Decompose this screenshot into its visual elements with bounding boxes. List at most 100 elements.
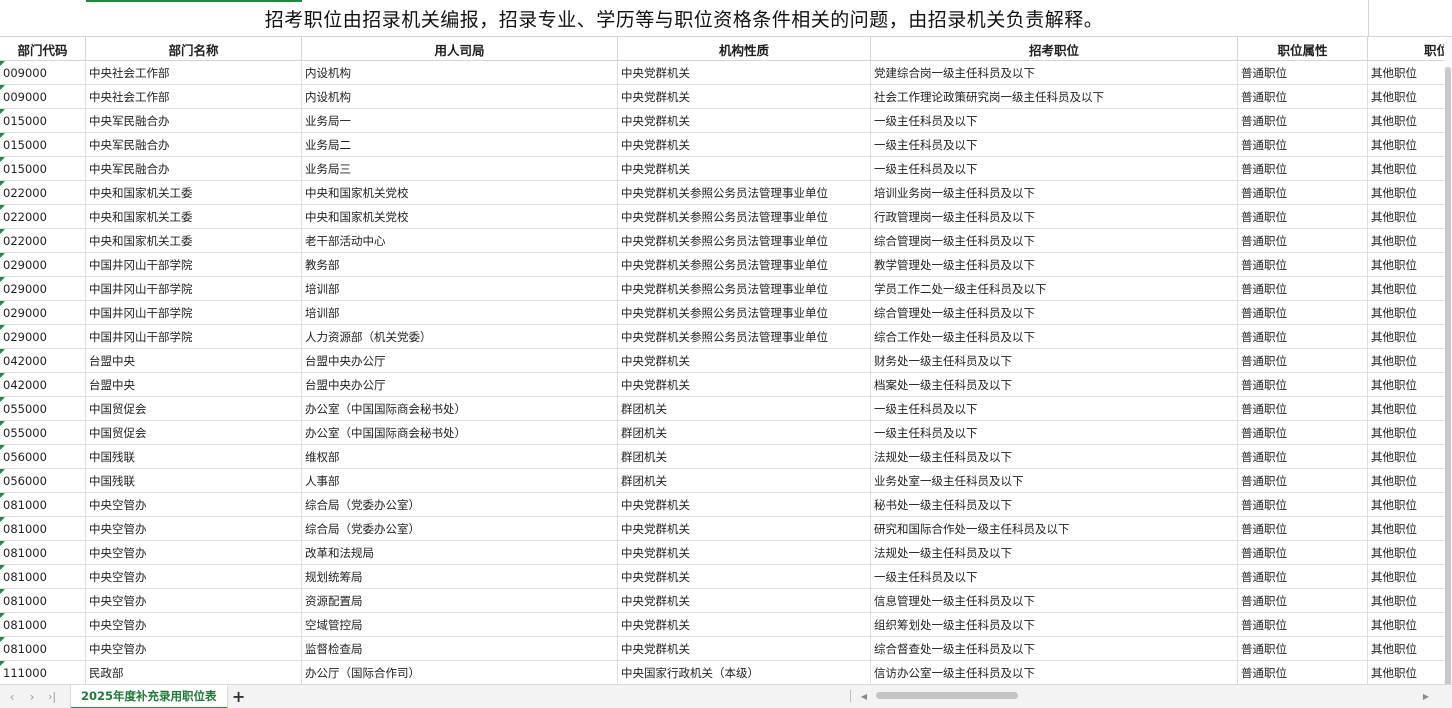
- bureau-cell[interactable]: 台盟中央办公厅: [302, 373, 618, 397]
- position-category-cell[interactable]: 其他职位: [1368, 61, 1452, 85]
- bureau-cell[interactable]: 维权部: [302, 445, 618, 469]
- dept-code-cell[interactable]: 022000: [0, 229, 86, 253]
- position-category-cell[interactable]: 其他职位: [1368, 493, 1452, 517]
- dept-name-cell[interactable]: 中国井冈山干部学院: [86, 325, 302, 349]
- position-cell[interactable]: 社会工作理论政策研究岗一级主任科员及以下: [871, 85, 1238, 109]
- dept-name-cell[interactable]: 中央军民融合办: [86, 109, 302, 133]
- dept-code-cell[interactable]: 055000: [0, 421, 86, 445]
- position-category-cell[interactable]: 其他职位: [1368, 565, 1452, 589]
- position-category-cell[interactable]: 其他职位: [1368, 157, 1452, 181]
- bureau-cell[interactable]: 资源配置局: [302, 589, 618, 613]
- org-type-cell[interactable]: 中央党群机关: [618, 85, 871, 109]
- dept-name-cell[interactable]: 中央空管办: [86, 493, 302, 517]
- next-sheet-button[interactable]: ›: [22, 685, 42, 708]
- org-type-cell[interactable]: 中央党群机关: [618, 565, 871, 589]
- position-cell[interactable]: 档案处一级主任科员及以下: [871, 373, 1238, 397]
- org-type-cell[interactable]: 中央党群机关: [618, 493, 871, 517]
- dept-code-cell[interactable]: 081000: [0, 565, 86, 589]
- dept-name-cell[interactable]: 中央军民融合办: [86, 133, 302, 157]
- add-sheet-button[interactable]: +: [228, 685, 250, 708]
- dept-name-cell[interactable]: 中央军民融合办: [86, 157, 302, 181]
- position-attr-cell[interactable]: 普通职位: [1238, 541, 1368, 565]
- dept-code-cell[interactable]: 081000: [0, 613, 86, 637]
- dept-code-cell[interactable]: 111000: [0, 661, 86, 684]
- bureau-cell[interactable]: 教务部: [302, 253, 618, 277]
- dept-code-cell[interactable]: 015000: [0, 157, 86, 181]
- org-type-cell[interactable]: 中央党群机关: [618, 157, 871, 181]
- position-category-cell[interactable]: 其他职位: [1368, 325, 1452, 349]
- bureau-cell[interactable]: 空域管控局: [302, 613, 618, 637]
- position-category-cell[interactable]: 其他职位: [1368, 541, 1452, 565]
- position-attr-cell[interactable]: 普通职位: [1238, 61, 1368, 85]
- org-type-cell[interactable]: 中央党群机关: [618, 517, 871, 541]
- dept-code-cell[interactable]: 042000: [0, 373, 86, 397]
- position-cell[interactable]: 一级主任科员及以下: [871, 133, 1238, 157]
- position-category-cell[interactable]: 其他职位: [1368, 397, 1452, 421]
- position-category-cell[interactable]: 其他职位: [1368, 613, 1452, 637]
- dept-code-cell[interactable]: 081000: [0, 517, 86, 541]
- dept-code-cell[interactable]: 081000: [0, 589, 86, 613]
- org-type-cell[interactable]: 中央党群机关: [618, 61, 871, 85]
- position-cell[interactable]: 学员工作二处一级主任科员及以下: [871, 277, 1238, 301]
- header-org-type[interactable]: 机构性质: [618, 37, 871, 61]
- position-category-cell[interactable]: 其他职位: [1368, 109, 1452, 133]
- position-attr-cell[interactable]: 普通职位: [1238, 613, 1368, 637]
- org-type-cell[interactable]: 中央党群机关: [618, 373, 871, 397]
- position-cell[interactable]: 党建综合岗一级主任科员及以下: [871, 61, 1238, 85]
- position-cell[interactable]: 一级主任科员及以下: [871, 397, 1238, 421]
- vertical-scrollbar[interactable]: [1444, 37, 1452, 697]
- position-cell[interactable]: 法规处一级主任科员及以下: [871, 445, 1238, 469]
- org-type-cell[interactable]: 中央党群机关参照公务员法管理事业单位: [618, 253, 871, 277]
- bureau-cell[interactable]: 综合局（党委办公室）: [302, 493, 618, 517]
- sheet-tab-active[interactable]: 2025年度补充录用职位表: [70, 684, 228, 708]
- dept-name-cell[interactable]: 台盟中央: [86, 373, 302, 397]
- bureau-cell[interactable]: 业务局一: [302, 109, 618, 133]
- dept-code-cell[interactable]: 029000: [0, 253, 86, 277]
- position-category-cell[interactable]: 其他职位: [1368, 469, 1452, 493]
- dept-name-cell[interactable]: 中国残联: [86, 445, 302, 469]
- dept-name-cell[interactable]: 中国贸促会: [86, 421, 302, 445]
- position-cell[interactable]: 综合督查处一级主任科员及以下: [871, 637, 1238, 661]
- bureau-cell[interactable]: 内设机构: [302, 85, 618, 109]
- position-attr-cell[interactable]: 普通职位: [1238, 205, 1368, 229]
- position-attr-cell[interactable]: 普通职位: [1238, 421, 1368, 445]
- org-type-cell[interactable]: 中央党群机关: [618, 637, 871, 661]
- position-attr-cell[interactable]: 普通职位: [1238, 325, 1368, 349]
- dept-name-cell[interactable]: 中央空管办: [86, 517, 302, 541]
- position-category-cell[interactable]: 其他职位: [1368, 277, 1452, 301]
- org-type-cell[interactable]: 中央党群机关参照公务员法管理事业单位: [618, 229, 871, 253]
- bureau-cell[interactable]: 改革和法规局: [302, 541, 618, 565]
- dept-name-cell[interactable]: 中国井冈山干部学院: [86, 253, 302, 277]
- position-attr-cell[interactable]: 普通职位: [1238, 373, 1368, 397]
- dept-name-cell[interactable]: 中国井冈山干部学院: [86, 277, 302, 301]
- dept-name-cell[interactable]: 民政部: [86, 661, 302, 684]
- dept-name-cell[interactable]: 台盟中央: [86, 349, 302, 373]
- bureau-cell[interactable]: 人力资源部（机关党委）: [302, 325, 618, 349]
- position-cell[interactable]: 秘书处一级主任科员及以下: [871, 493, 1238, 517]
- org-type-cell[interactable]: 中央国家行政机关（本级）: [618, 661, 871, 684]
- position-cell[interactable]: 一级主任科员及以下: [871, 109, 1238, 133]
- org-type-cell[interactable]: 中央党群机关: [618, 613, 871, 637]
- bureau-cell[interactable]: 人事部: [302, 469, 618, 493]
- position-cell[interactable]: 一级主任科员及以下: [871, 421, 1238, 445]
- position-attr-cell[interactable]: 普通职位: [1238, 397, 1368, 421]
- dept-code-cell[interactable]: 081000: [0, 493, 86, 517]
- spreadsheet-grid[interactable]: 招考职位由招录机关编报，招录专业、学历等与职位资格条件相关的问题，由招录机关负责…: [0, 0, 1452, 684]
- position-category-cell[interactable]: 其他职位: [1368, 85, 1452, 109]
- org-type-cell[interactable]: 中央党群机关参照公务员法管理事业单位: [618, 205, 871, 229]
- bureau-cell[interactable]: 综合局（党委办公室）: [302, 517, 618, 541]
- position-cell[interactable]: 综合管理处一级主任科员及以下: [871, 301, 1238, 325]
- org-type-cell[interactable]: 中央党群机关: [618, 133, 871, 157]
- dept-name-cell[interactable]: 中央和国家机关工委: [86, 181, 302, 205]
- position-category-cell[interactable]: 其他职位: [1368, 637, 1452, 661]
- org-type-cell[interactable]: 群团机关: [618, 469, 871, 493]
- position-attr-cell[interactable]: 普通职位: [1238, 253, 1368, 277]
- dept-name-cell[interactable]: 中央空管办: [86, 565, 302, 589]
- org-type-cell[interactable]: 中央党群机关参照公务员法管理事业单位: [618, 325, 871, 349]
- org-type-cell[interactable]: 中央党群机关参照公务员法管理事业单位: [618, 181, 871, 205]
- dept-code-cell[interactable]: 056000: [0, 445, 86, 469]
- horizontal-scroll-thumb[interactable]: [876, 692, 1018, 699]
- bureau-cell[interactable]: 台盟中央办公厅: [302, 349, 618, 373]
- position-attr-cell[interactable]: 普通职位: [1238, 517, 1368, 541]
- bureau-cell[interactable]: 中央和国家机关党校: [302, 181, 618, 205]
